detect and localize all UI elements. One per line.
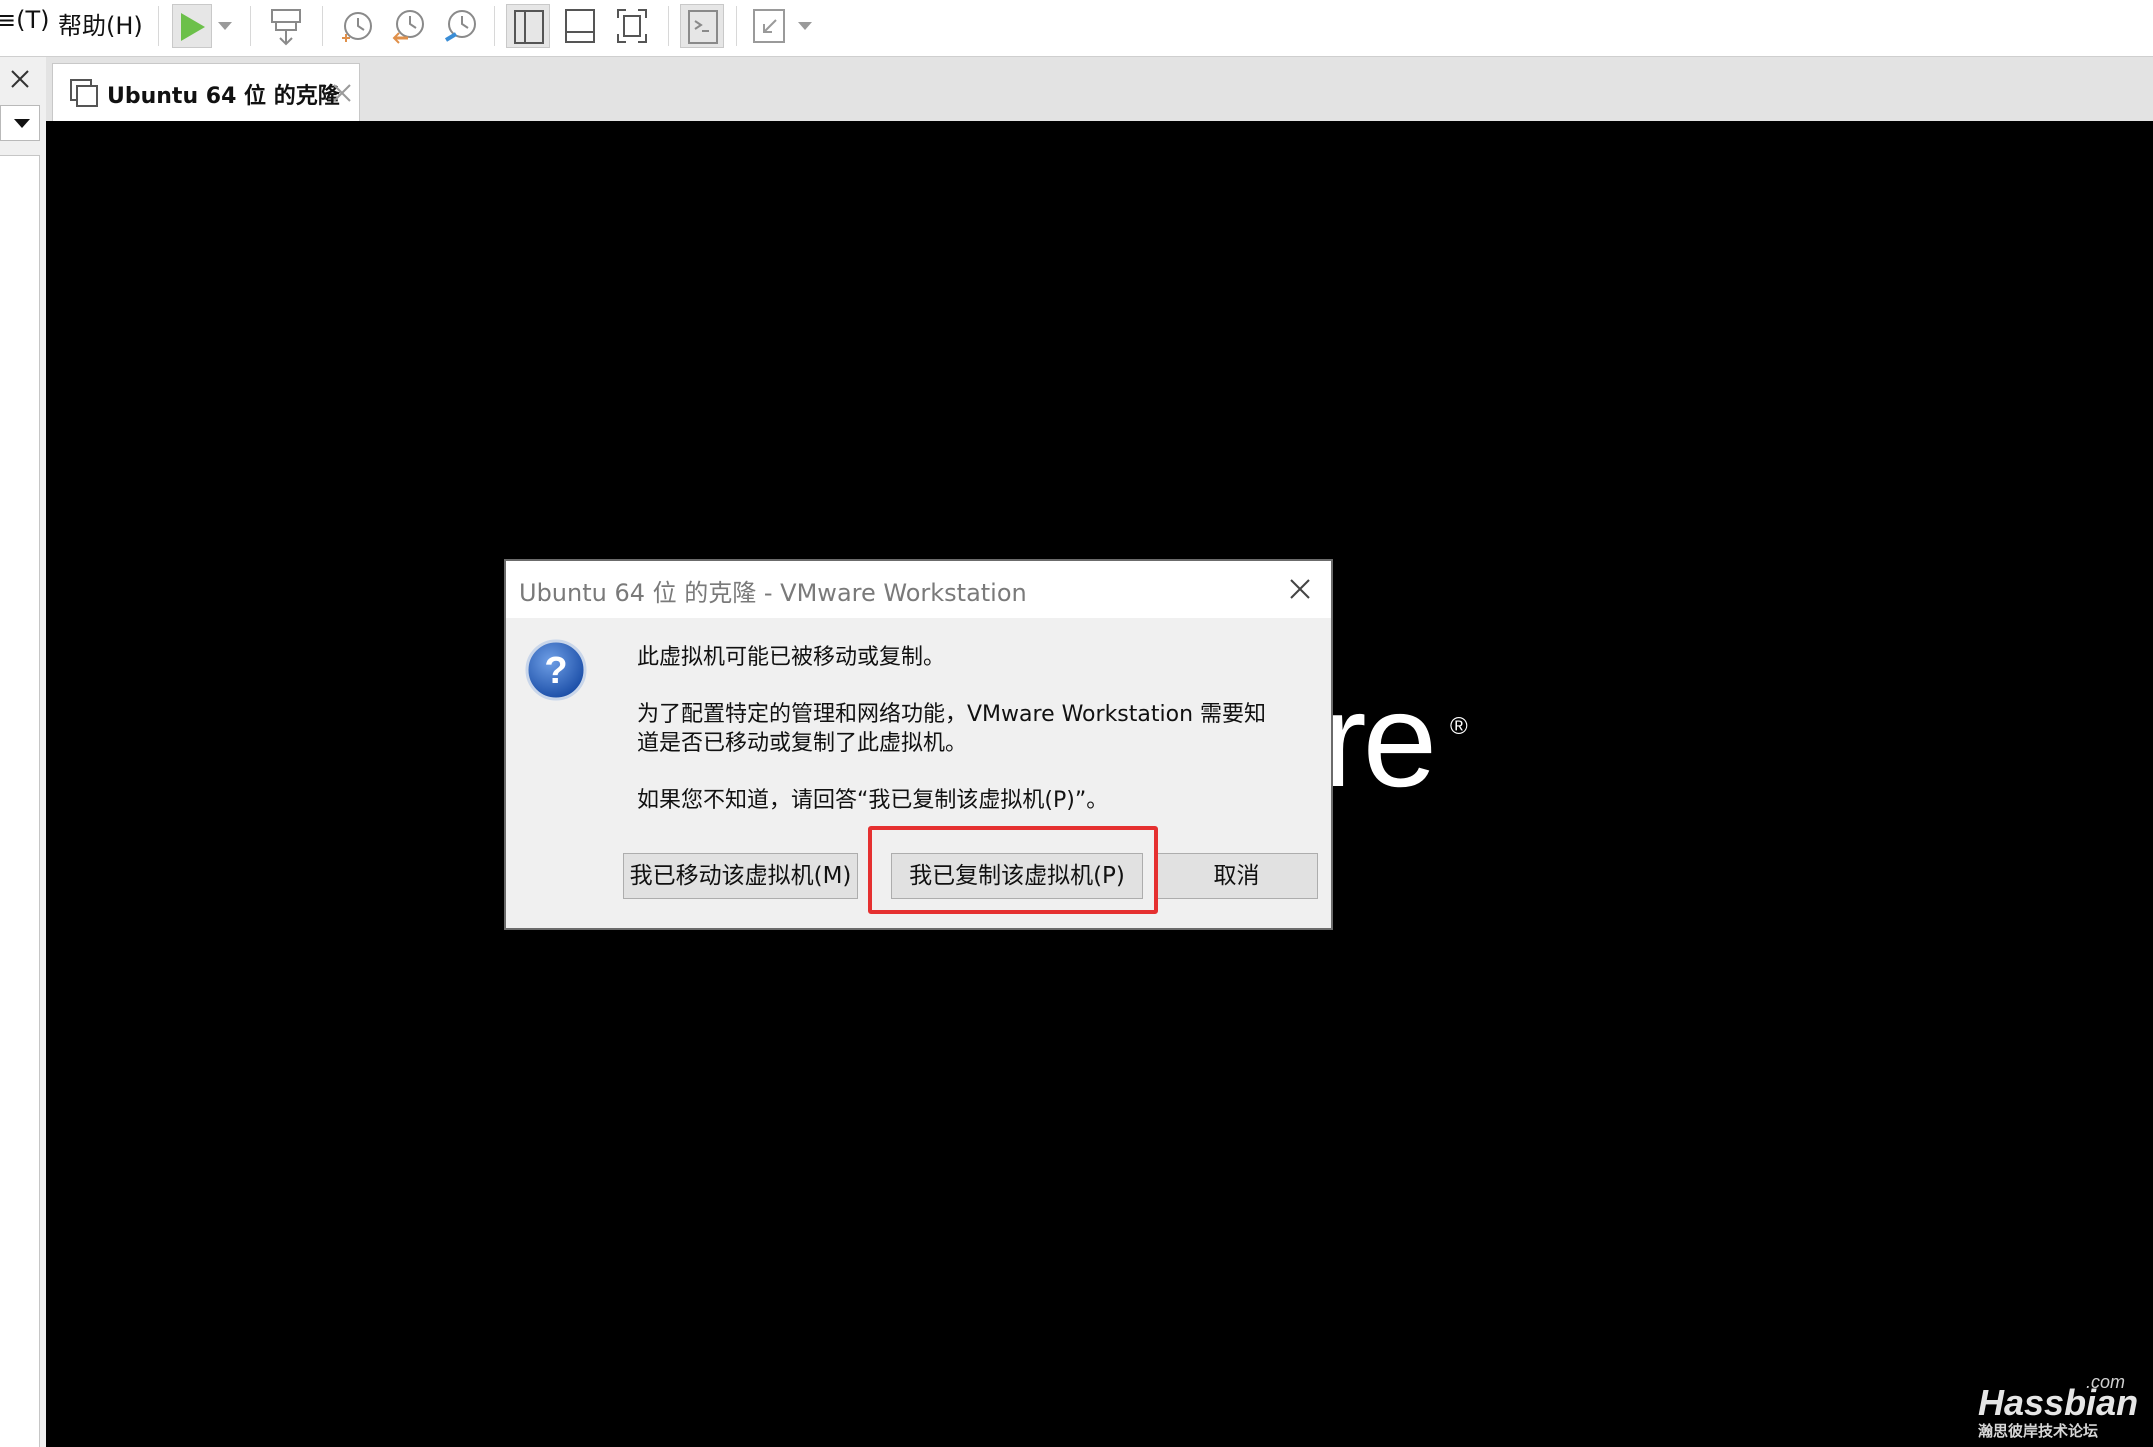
show-thumbnail-bar-icon[interactable] (558, 4, 602, 48)
tab-ubuntu-clone[interactable]: Ubuntu 64 位 的克隆 (52, 63, 360, 121)
moved-vm-button[interactable]: 我已移动该虚拟机(M) (623, 853, 858, 899)
toolbar-separator (322, 6, 323, 46)
full-screen-icon[interactable] (610, 4, 654, 48)
toolbar: ≡(T) 帮助(H) (0, 0, 2153, 57)
tab-bar: Ubuntu 64 位 的克隆 (46, 57, 2153, 121)
power-dropdown-arrow-icon[interactable] (214, 4, 236, 48)
dialog-message-line-4: 如果您不知道，请回答“我已复制该虚拟机(P)”。 (637, 788, 1109, 813)
dialog-title: Ubuntu 64 位 的克隆 - VMware Workstation (519, 579, 1027, 607)
show-library-icon[interactable] (506, 4, 550, 48)
dialog-close-icon[interactable] (1284, 573, 1316, 605)
menu-tools[interactable]: ≡(T) (0, 6, 50, 34)
toolbar-separator (158, 6, 159, 46)
revert-snapshot-icon[interactable] (386, 4, 430, 48)
svg-text:?: ? (544, 650, 567, 692)
toolbar-separator (736, 6, 737, 46)
library-panel (0, 57, 46, 1447)
toolbar-separator (494, 6, 495, 46)
dialog-titlebar: Ubuntu 64 位 的克隆 - VMware Workstation (506, 561, 1331, 618)
question-icon: ? (525, 639, 587, 701)
snapshot-manager-icon[interactable] (438, 4, 482, 48)
power-on-play-icon[interactable] (172, 4, 212, 48)
highlight-box (868, 826, 1158, 914)
stretch-guest-icon[interactable] (748, 4, 792, 48)
watermark-subtitle: 瀚思彼岸技术论坛 (1978, 1422, 2099, 1440)
tab-title: Ubuntu 64 位 的克隆 (107, 84, 340, 109)
menu-help[interactable]: 帮助(H) (58, 6, 143, 41)
toolbar-separator (250, 6, 251, 46)
dialog-message-line-1: 此虚拟机可能已被移动或复制。 (637, 645, 946, 670)
close-tab-icon[interactable] (331, 82, 353, 104)
library-tree[interactable] (0, 155, 40, 1447)
vm-icon (70, 79, 98, 107)
watermark-logo: Hassbian (1978, 1382, 2139, 1423)
take-snapshot-icon[interactable] (334, 4, 378, 48)
toolbar-separator (668, 6, 669, 46)
vmware-logo-fragment: re (1322, 666, 1437, 815)
library-search-dropdown[interactable] (0, 105, 40, 141)
dialog-message-line-2: 为了配置特定的管理和网络功能，VMware Workstation 需要知 (637, 702, 1267, 727)
cancel-button[interactable]: 取消 (1155, 853, 1318, 899)
registered-mark: ® (1450, 713, 1468, 740)
send-ctrl-alt-del-icon[interactable] (264, 4, 308, 48)
dialog-message-line-3: 道是否已移动或复制了此虚拟机。 (637, 731, 968, 756)
stretch-dropdown-arrow-icon[interactable] (794, 4, 816, 48)
chevron-down-icon (14, 119, 30, 128)
console-view-icon[interactable] (680, 4, 724, 48)
close-library-icon[interactable] (6, 65, 34, 93)
